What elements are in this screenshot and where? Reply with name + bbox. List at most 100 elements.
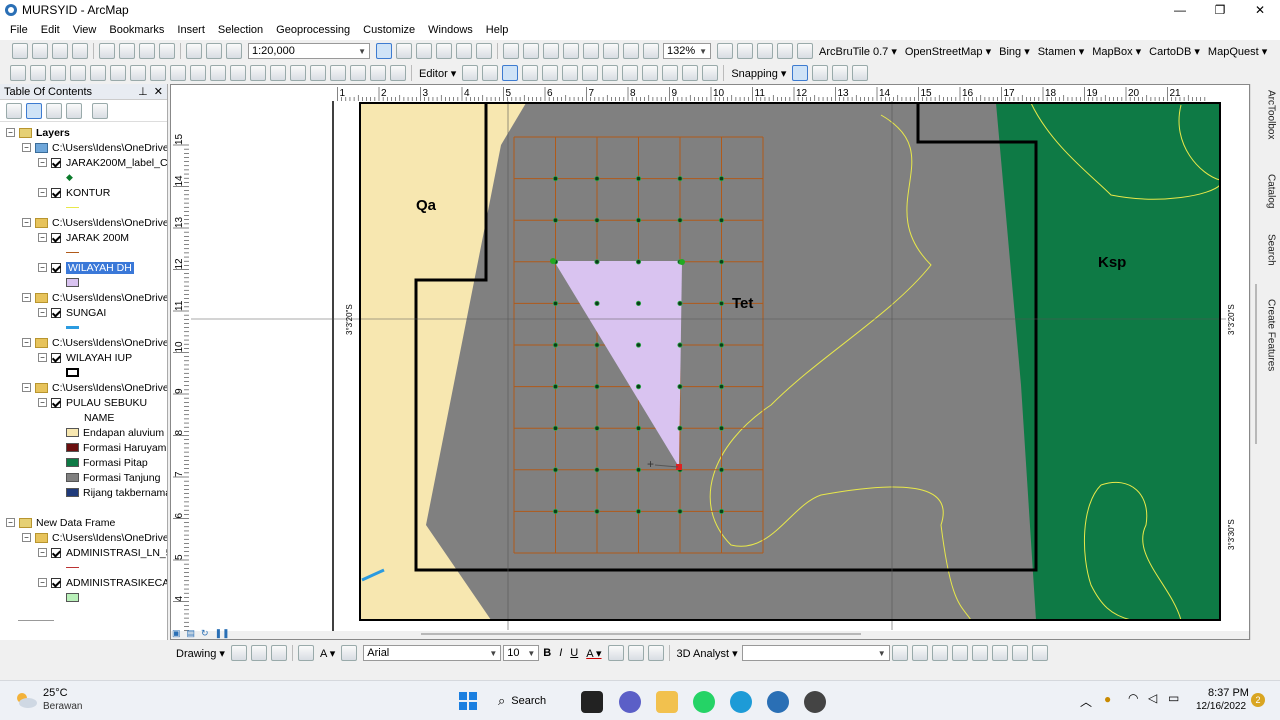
stamen-menu[interactable]: Stamen ▾: [1034, 45, 1089, 58]
forward-extent-icon[interactable]: [150, 65, 166, 81]
weather-temp[interactable]: 25°C: [43, 687, 68, 699]
microphone-icon[interactable]: ●: [1104, 692, 1111, 706]
visibility-checkbox[interactable]: [51, 547, 61, 558]
full-extent-icon[interactable]: [563, 43, 579, 59]
list-by-source-icon[interactable]: [26, 102, 42, 119]
toc-source[interactable]: − C:\Users\Idens\OneDrive\: [22, 215, 167, 230]
font-color-icon[interactable]: A ▾: [582, 647, 605, 660]
menu-help[interactable]: Help: [480, 24, 516, 36]
vertical-scrollbar-thumb[interactable]: [1255, 284, 1257, 444]
line-color-icon[interactable]: [627, 645, 644, 661]
list-by-visibility-icon[interactable]: [46, 102, 62, 119]
globe-icon[interactable]: [1011, 645, 1028, 661]
refresh-view-icon[interactable]: ↻: [201, 628, 209, 639]
collapse-icon[interactable]: −: [38, 398, 47, 407]
toc-layer[interactable]: − WILAYAH IUP: [38, 350, 132, 365]
toc-layer-selected[interactable]: − WILAYAH DH: [38, 260, 134, 275]
vertical-scrollbar[interactable]: [1250, 84, 1262, 640]
select-elements-icon[interactable]: [230, 645, 247, 661]
zoom-to-selected-icon[interactable]: [270, 645, 287, 661]
3d-tool-icon[interactable]: [931, 645, 948, 661]
toc-layer[interactable]: − KONTUR: [38, 185, 110, 200]
collapse-icon[interactable]: −: [38, 353, 47, 362]
globe-icon[interactable]: [70, 65, 86, 81]
weather-desc[interactable]: Berawan: [43, 701, 82, 712]
windows-start-icon[interactable]: [458, 691, 478, 711]
toc-layer[interactable]: − SUNGAI: [38, 305, 106, 320]
mapquest-menu[interactable]: MapQuest ▾: [1204, 45, 1271, 58]
3d-tool-icon[interactable]: [911, 645, 928, 661]
notification-badge[interactable]: 2: [1251, 693, 1265, 707]
clock-time[interactable]: 8:37 PM: [1208, 687, 1249, 699]
3d-tool-icon[interactable]: [951, 645, 968, 661]
collapse-icon[interactable]: −: [6, 518, 15, 527]
toc-layer[interactable]: − ADMINISTRASI_LN_50K: [38, 545, 167, 560]
3d-analyst-menu[interactable]: 3D Analyst ▾: [673, 647, 742, 660]
fixed-zoom-in-icon[interactable]: [90, 65, 106, 81]
minimize-button[interactable]: —: [1160, 0, 1200, 20]
profile-graph-icon[interactable]: [991, 645, 1008, 661]
find-route-icon[interactable]: [330, 65, 346, 81]
find-icon[interactable]: [310, 65, 326, 81]
toc-layer[interactable]: − PULAU SEBUKU: [38, 395, 147, 410]
edge-browser-icon[interactable]: [730, 691, 752, 713]
teams-chat-icon[interactable]: [619, 691, 641, 713]
trace-icon[interactable]: [542, 65, 559, 81]
new-icon[interactable]: [12, 43, 28, 59]
paste-icon[interactable]: [139, 43, 155, 59]
font-combo[interactable]: Arial ▼: [363, 645, 502, 661]
list-by-selection-icon[interactable]: [66, 102, 82, 119]
cut-polygons-icon[interactable]: [602, 65, 619, 81]
wifi-icon[interactable]: ◠: [1128, 691, 1138, 705]
horizontal-scrollbar-thumb[interactable]: [421, 633, 861, 635]
collapse-icon[interactable]: −: [38, 188, 47, 197]
arcmap-taskbar-icon[interactable]: [767, 691, 789, 713]
data-frame[interactable]: + Qa Tet Ksp: [360, 102, 1221, 621]
toc-layer[interactable]: − ADMINISTRASIKECAMA: [38, 575, 167, 590]
3d-layer-combo[interactable]: ▼: [741, 645, 890, 661]
collapse-icon[interactable]: −: [6, 128, 15, 137]
collapse-icon[interactable]: −: [22, 218, 31, 227]
zoom-out-fixed-icon[interactable]: [523, 43, 539, 59]
layout-tool-icon[interactable]: [797, 43, 813, 59]
edit-tool-icon[interactable]: [462, 65, 479, 81]
layout-icon[interactable]: [603, 43, 619, 59]
visibility-checkbox[interactable]: [51, 397, 61, 408]
collapse-icon[interactable]: −: [22, 293, 31, 302]
toc-layer[interactable]: − JARAK 200M: [38, 230, 129, 245]
delete-icon[interactable]: [159, 43, 175, 59]
visibility-checkbox[interactable]: [51, 577, 61, 588]
arcbrutile-menu[interactable]: ArcBruTile 0.7 ▾: [815, 45, 901, 58]
file-explorer-icon[interactable]: [656, 691, 678, 713]
hyperlink-icon[interactable]: [250, 65, 266, 81]
tab-arctoolbox[interactable]: ArcToolbox: [1263, 90, 1279, 139]
collapse-icon[interactable]: −: [38, 308, 47, 317]
reshape-icon[interactable]: [582, 65, 599, 81]
search-window-icon[interactable]: [436, 43, 452, 59]
layers-dataframe[interactable]: − Layers: [6, 125, 70, 140]
edit-annotation-icon[interactable]: [482, 65, 499, 81]
collapse-icon[interactable]: −: [22, 338, 31, 347]
arcscene-icon[interactable]: [1031, 645, 1048, 661]
back-extent-icon[interactable]: [130, 65, 146, 81]
collapse-icon[interactable]: −: [38, 263, 47, 272]
taskbar-search-button[interactable]: ⌕ Search: [498, 690, 568, 712]
menu-bookmarks[interactable]: Bookmarks: [103, 24, 171, 36]
end-snapping-icon[interactable]: [812, 65, 829, 81]
speaker-icon[interactable]: ◁: [1148, 691, 1157, 705]
visibility-checkbox[interactable]: [51, 187, 61, 198]
horizontal-scrollbar[interactable]: [171, 631, 1250, 640]
html-popup-icon[interactable]: [270, 65, 286, 81]
select-elements-icon[interactable]: [210, 65, 226, 81]
undo-icon[interactable]: [186, 43, 202, 59]
visibility-checkbox[interactable]: [51, 352, 61, 363]
arctoolbox-icon[interactable]: [456, 43, 472, 59]
font-size-combo[interactable]: 10 ▼: [503, 645, 540, 661]
collapse-icon[interactable]: −: [22, 383, 31, 392]
mapbox-menu[interactable]: MapBox ▾: [1088, 45, 1145, 58]
battery-icon[interactable]: ▭: [1168, 691, 1179, 705]
map-scale-combo[interactable]: 1:20,000 ▼: [248, 43, 370, 59]
toc-layer[interactable]: − JARAK200M_label_Clip: [38, 155, 167, 170]
edit-vertices-icon[interactable]: [341, 645, 358, 661]
rectangle-icon[interactable]: [297, 645, 314, 661]
